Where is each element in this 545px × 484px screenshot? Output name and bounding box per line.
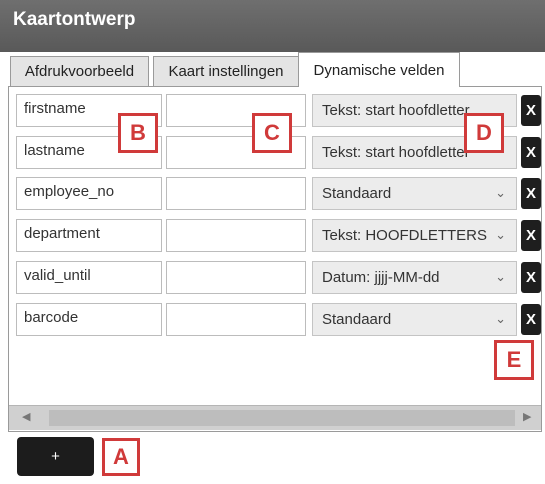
format-select[interactable]: Tekst: HOOFDLETTERS ⌄ (312, 219, 517, 252)
chevron-down-icon: ⌄ (495, 185, 506, 200)
tab-afdrukvoorbeeld[interactable]: Afdrukvoorbeeld (10, 56, 149, 86)
chevron-down-icon: ⌄ (495, 311, 506, 326)
format-select[interactable]: Standaard ⌄ (312, 177, 517, 210)
window-title: Kaartontwerp (13, 9, 136, 30)
tab-kaart-instellingen[interactable]: Kaart instellingen (153, 56, 299, 86)
add-field-button[interactable]: + (17, 437, 94, 476)
remove-row-button[interactable]: X (521, 137, 541, 168)
remove-row-button[interactable]: X (521, 178, 541, 209)
field-row: valid_until Datum: jjjj-MM-dd ⌄ X (9, 261, 541, 301)
callout-c: C (252, 113, 292, 153)
format-select-value: Datum: jjjj-MM-dd (322, 269, 440, 286)
tab-dynamische-velden[interactable]: Dynamische velden (298, 52, 460, 87)
field-name-input[interactable]: employee_no (16, 177, 162, 210)
chevron-down-icon: ⌄ (495, 227, 506, 242)
field-name-input[interactable]: barcode (16, 303, 162, 336)
scroll-right-icon[interactable]: ▶ (523, 410, 531, 423)
field-name-input[interactable]: valid_until (16, 261, 162, 294)
remove-row-button[interactable]: X (521, 95, 541, 126)
title-bar: Kaartontwerp (0, 0, 545, 52)
scroll-left-icon[interactable]: ◀ (22, 410, 30, 423)
scroll-thumb[interactable] (49, 410, 515, 426)
horizontal-scrollbar[interactable]: ◀ ▶ (9, 405, 541, 430)
remove-row-button[interactable]: X (521, 262, 541, 293)
format-select[interactable]: Datum: jjjj-MM-dd ⌄ (312, 261, 517, 294)
format-select-value: Standaard (322, 311, 392, 328)
callout-a: A (102, 438, 140, 476)
remove-row-button[interactable]: X (521, 304, 541, 335)
callout-d: D (464, 113, 504, 153)
field-row: department Tekst: HOOFDLETTERS ⌄ X (9, 219, 541, 259)
field-value-input[interactable] (166, 177, 306, 210)
field-row: barcode Standaard ⌄ X (9, 303, 541, 343)
callout-e: E (494, 340, 534, 380)
field-value-input[interactable] (166, 219, 306, 252)
format-select-value: Tekst: start hoofdletter (322, 144, 470, 161)
callout-b: B (118, 113, 158, 153)
field-value-input[interactable] (166, 303, 306, 336)
remove-row-button[interactable]: X (521, 220, 541, 251)
chevron-down-icon: ⌄ (495, 269, 506, 284)
field-name-input[interactable]: department (16, 219, 162, 252)
field-row: employee_no Standaard ⌄ X (9, 177, 541, 217)
format-select-value: Standaard (322, 185, 392, 202)
format-select-value: Tekst: start hoofdletter (322, 102, 470, 119)
format-select[interactable]: Standaard ⌄ (312, 303, 517, 336)
format-select-value: Tekst: HOOFDLETTERS (322, 227, 488, 244)
field-value-input[interactable] (166, 261, 306, 294)
